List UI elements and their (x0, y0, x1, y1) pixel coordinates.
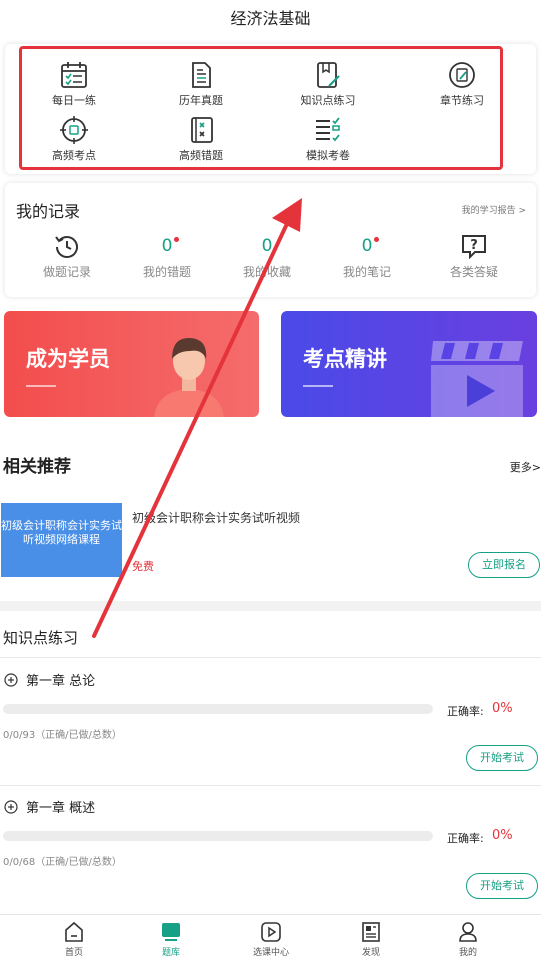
record-label: 我的收藏 (242, 265, 291, 279)
record-favorites[interactable]: 0 我的收藏 (217, 233, 317, 280)
record-label: 做题记录 (42, 265, 91, 279)
more-link[interactable]: 更多> (510, 459, 541, 475)
divider (0, 657, 541, 658)
tab-course-center[interactable]: 选课中心 (231, 921, 311, 958)
notes-count: 0 (362, 233, 380, 259)
tab-label: 我的 (458, 948, 477, 958)
become-member-banner[interactable]: 成为学员 (4, 311, 259, 417)
play-icon (261, 922, 281, 942)
error-book-icon (191, 117, 213, 143)
tab-label: 首页 (64, 948, 83, 958)
course-thumbnail[interactable]: 初级会计职称会计实务试听视频网络课程 (1, 503, 122, 577)
accuracy-label: 正确率: (447, 832, 484, 845)
checklist-icon (316, 117, 340, 142)
page-title: 经济法基础 (230, 9, 311, 28)
question-bank-icon (162, 923, 180, 941)
tool-label: 章节练习 (440, 94, 484, 107)
tab-profile[interactable]: 我的 (428, 921, 508, 958)
tab-question-bank[interactable]: 题库 (131, 921, 211, 958)
tool-past-exams[interactable]: 历年真题 (146, 60, 256, 108)
chapter-name: 第一章 概述 (26, 801, 96, 816)
home-icon (65, 921, 83, 942)
tab-home[interactable]: 首页 (34, 921, 114, 958)
expand-plus-icon[interactable] (4, 799, 18, 814)
record-history[interactable]: 做题记录 (17, 233, 117, 280)
chapter-progress-bar (3, 704, 433, 714)
tab-label: 发现 (361, 948, 380, 958)
bottom-tab-bar: 首页 题库 选课中心 发现 我的 (0, 914, 541, 962)
banner-label: 成为学员 (26, 347, 110, 371)
start-exam-button[interactable]: 开始考试 (466, 873, 538, 899)
banner-label: 考点精讲 (303, 347, 387, 371)
recommend-title: 相关推荐 (3, 457, 71, 477)
book-edit-icon (317, 62, 340, 88)
news-icon (362, 922, 380, 942)
study-report-link[interactable]: 我的学习报告 > (462, 203, 526, 216)
knowledge-practice-title: 知识点练习 (3, 629, 79, 647)
start-exam-button[interactable]: 开始考试 (466, 745, 538, 771)
section-divider (0, 601, 541, 611)
tool-label: 模拟考卷 (306, 149, 350, 162)
edit-circle-icon (449, 62, 475, 88)
question-icon: ? (462, 235, 486, 259)
record-notes[interactable]: 0 我的笔记 (317, 233, 417, 280)
accuracy-value: 0% (492, 828, 513, 843)
chapter-name: 第一章 总论 (26, 674, 96, 689)
accuracy-label: 正确率: (447, 705, 484, 718)
tab-label: 选课中心 (252, 948, 289, 958)
chapter-header[interactable]: 第一章 概述 (4, 797, 95, 816)
record-label: 我的笔记 (342, 265, 391, 279)
record-wrong-questions[interactable]: 0 我的错题 (117, 233, 217, 280)
tool-mock-exam[interactable]: 模拟考卷 (273, 115, 383, 163)
record-qa[interactable]: ? 各类答疑 (424, 233, 524, 280)
svg-text:?: ? (470, 238, 478, 253)
document-icon (192, 62, 211, 88)
calendar-icon (61, 62, 87, 88)
expand-plus-icon[interactable] (4, 672, 18, 687)
accuracy-value: 0% (492, 701, 513, 716)
records-title: 我的记录 (16, 202, 81, 221)
key-points-lecture-banner[interactable]: 考点精讲 (281, 311, 537, 417)
tool-label: 高频考点 (52, 149, 96, 162)
tool-high-freq-errors[interactable]: 高频错题 (146, 115, 256, 163)
chapter-stats: 0/0/93（正确/已做/总数） (3, 730, 122, 741)
record-label: 我的错题 (142, 265, 191, 279)
tool-knowledge-practice[interactable]: 知识点练习 (273, 60, 383, 108)
chapter-stats: 0/0/68（正确/已做/总数） (3, 857, 122, 868)
tab-discover[interactable]: 发现 (331, 921, 411, 958)
new-dot (174, 237, 180, 242)
tool-daily-practice[interactable]: 每日一练 (19, 60, 129, 108)
new-dot (374, 237, 380, 242)
enroll-button[interactable]: 立即报名 (468, 552, 540, 578)
chapter-header[interactable]: 第一章 总论 (4, 670, 95, 689)
tool-chapter-practice[interactable]: 章节练习 (407, 60, 517, 108)
tool-label: 每日一练 (52, 94, 96, 107)
tool-label: 知识点练习 (300, 94, 356, 107)
divider (0, 785, 541, 786)
tool-label: 历年真题 (179, 94, 223, 107)
course-price: 免费 (132, 560, 154, 573)
banner-underline (26, 385, 56, 387)
student-illustration-icon (154, 337, 224, 417)
record-label: 各类答疑 (449, 265, 498, 279)
course-title[interactable]: 初级会计职称会计实务试听视频 (132, 509, 300, 526)
history-icon (55, 236, 78, 258)
tool-label: 高频错题 (179, 149, 223, 162)
target-icon (60, 116, 88, 144)
user-icon (459, 922, 477, 942)
chapter-progress-bar (3, 831, 433, 841)
tab-label: 题库 (161, 948, 180, 958)
banner-underline (303, 385, 333, 387)
tool-high-freq-points[interactable]: 高频考点 (19, 115, 129, 163)
my-records-panel: 我的记录 我的学习报告 > 做题记录 0 我的错题 0 我的收藏 0 我的笔记 … (5, 183, 536, 297)
video-clapper-icon (431, 341, 523, 417)
favorite-count: 0 (261, 236, 273, 256)
wrong-count: 0 (162, 233, 180, 259)
